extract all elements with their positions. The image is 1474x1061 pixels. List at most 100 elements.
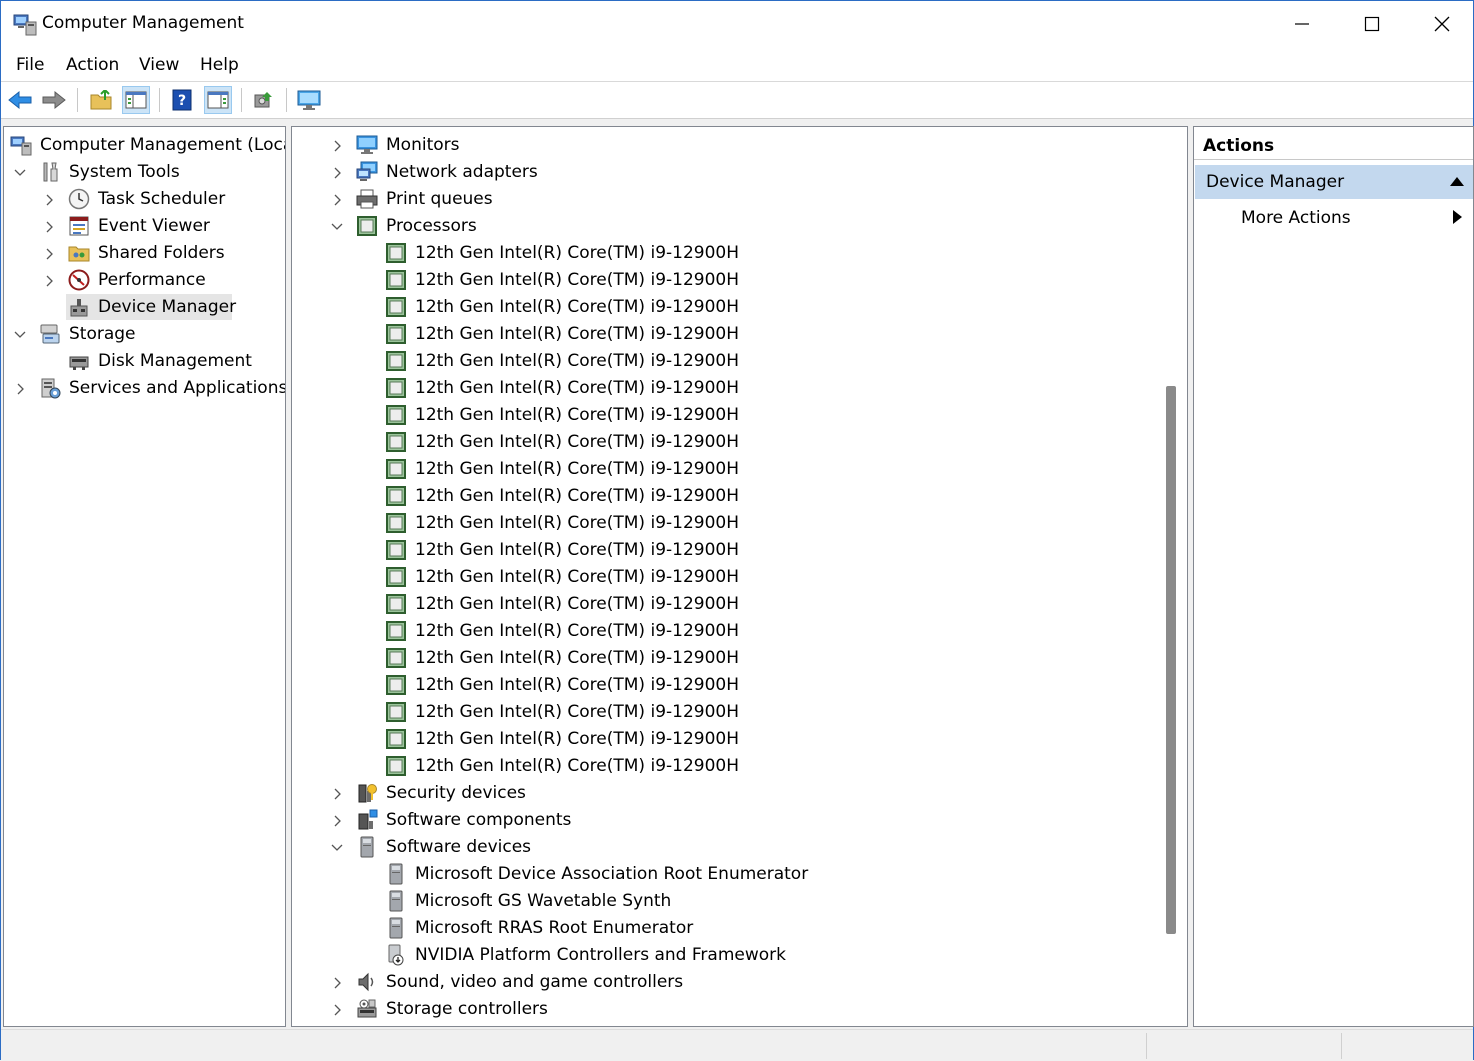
device-tree-item-12th-gen-intel-r-core-tm-i9-12900h[interactable]: 12th Gen Intel(R) Core(TM) i9-12900H — [385, 752, 739, 779]
menu-help[interactable]: Help — [200, 55, 239, 75]
toolbar-separator — [77, 88, 78, 112]
device-tree-item-12th-gen-intel-r-core-tm-i9-12900h[interactable]: 12th Gen Intel(R) Core(TM) i9-12900H — [385, 320, 739, 347]
chevron-right-icon[interactable] — [13, 381, 27, 395]
console-tree-item-device-manager[interactable]: Device Manager — [68, 293, 236, 320]
device-tree-item-nvidia-platform-controllers-and-framework[interactable]: NVIDIA Platform Controllers and Framewor… — [385, 941, 786, 968]
console-tree-item-disk-management[interactable]: Disk Management — [68, 347, 252, 374]
console-tree-item-event-viewer[interactable]: Event Viewer — [68, 212, 210, 239]
chevron-right-icon[interactable] — [330, 1002, 344, 1016]
processor-icon — [385, 674, 407, 696]
device-tree-item-software-components[interactable]: Software components — [356, 806, 571, 833]
actions-section-device-manager[interactable]: Device Manager — [1195, 165, 1473, 199]
scan-hardware-button[interactable] — [249, 86, 277, 114]
device-tree-item-security-devices[interactable]: Security devices — [356, 779, 526, 806]
console-tree-item-performance[interactable]: Performance — [68, 266, 206, 293]
console-tree-item-services-and-applications[interactable]: Services and Applications — [39, 374, 285, 401]
title-bar: Computer Management — [1, 1, 1473, 47]
device-tree-item-processors[interactable]: Processors — [356, 212, 477, 239]
chevron-right-icon[interactable] — [42, 192, 56, 206]
device-tree-item-12th-gen-intel-r-core-tm-i9-12900h[interactable]: 12th Gen Intel(R) Core(TM) i9-12900H — [385, 725, 739, 752]
menu-action[interactable]: Action — [66, 55, 119, 75]
display-button[interactable] — [295, 86, 323, 114]
device-tree-item-network-adapters[interactable]: Network adapters — [356, 158, 538, 185]
tree-item-label: Software components — [386, 809, 572, 830]
scrollbar-thumb[interactable] — [1166, 386, 1176, 934]
device-tree-item-12th-gen-intel-r-core-tm-i9-12900h[interactable]: 12th Gen Intel(R) Core(TM) i9-12900H — [385, 347, 739, 374]
tree-item-label: Microsoft GS Wavetable Synth — [415, 890, 672, 911]
device-tree-item-storage-controllers[interactable]: Storage controllers — [356, 995, 548, 1022]
tree-item-label: System Tools — [69, 161, 180, 182]
chevron-right-icon[interactable] — [330, 813, 344, 827]
device-tree-item-12th-gen-intel-r-core-tm-i9-12900h[interactable]: 12th Gen Intel(R) Core(TM) i9-12900H — [385, 239, 739, 266]
device-tree-item-microsoft-gs-wavetable-synth[interactable]: Microsoft GS Wavetable Synth — [385, 887, 671, 914]
device-tree-item-12th-gen-intel-r-core-tm-i9-12900h[interactable]: 12th Gen Intel(R) Core(TM) i9-12900H — [385, 698, 739, 725]
menu-view[interactable]: View — [139, 55, 179, 75]
chevron-right-icon[interactable] — [330, 138, 344, 152]
device-tree-item-software-devices[interactable]: Software devices — [356, 833, 531, 860]
console-tree-item-shared-folders[interactable]: Shared Folders — [68, 239, 225, 266]
back-button[interactable] — [6, 86, 34, 114]
chevron-right-icon[interactable] — [42, 219, 56, 233]
console-tree-item-system-tools[interactable]: System Tools — [39, 158, 180, 185]
console-tree-item-computer-management-local[interactable]: Computer Management (Local) — [10, 131, 285, 158]
device-tree-item-print-queues[interactable]: Print queues — [356, 185, 493, 212]
close-button[interactable] — [1407, 1, 1474, 47]
device-tree-item-12th-gen-intel-r-core-tm-i9-12900h[interactable]: 12th Gen Intel(R) Core(TM) i9-12900H — [385, 266, 739, 293]
device-tree-item-12th-gen-intel-r-core-tm-i9-12900h[interactable]: 12th Gen Intel(R) Core(TM) i9-12900H — [385, 401, 739, 428]
device-tree-item-12th-gen-intel-r-core-tm-i9-12900h[interactable]: 12th Gen Intel(R) Core(TM) i9-12900H — [385, 563, 739, 590]
show-hide-action-pane-button[interactable] — [204, 86, 232, 114]
forward-button[interactable] — [40, 86, 68, 114]
processor-icon — [385, 620, 407, 642]
console-tree-item-storage[interactable]: Storage — [39, 320, 136, 347]
chevron-right-icon[interactable] — [330, 786, 344, 800]
device-tree-item-12th-gen-intel-r-core-tm-i9-12900h[interactable]: 12th Gen Intel(R) Core(TM) i9-12900H — [385, 293, 739, 320]
tree-item-label: Disk Management — [98, 350, 252, 371]
tree-item-label: 12th Gen Intel(R) Core(TM) i9-12900H — [415, 566, 740, 587]
show-hide-console-tree-button[interactable] — [122, 86, 150, 114]
tree-item-label: 12th Gen Intel(R) Core(TM) i9-12900H — [415, 647, 740, 668]
actions-header: Actions — [1194, 131, 1473, 160]
device-tree-item-sound-video-and-game-controllers[interactable]: Sound, video and game controllers — [356, 968, 683, 995]
tree-item-label: Software devices — [386, 836, 532, 857]
device-tree-item-microsoft-device-association-root-enumerator[interactable]: Microsoft Device Association Root Enumer… — [385, 860, 808, 887]
chevron-right-icon[interactable] — [42, 246, 56, 260]
chevron-right-icon[interactable] — [330, 192, 344, 206]
tree-item-label: Security devices — [386, 782, 526, 803]
tree-item-label: Task Scheduler — [98, 188, 226, 209]
device-tree-item-12th-gen-intel-r-core-tm-i9-12900h[interactable]: 12th Gen Intel(R) Core(TM) i9-12900H — [385, 374, 739, 401]
up-one-level-button[interactable] — [87, 86, 115, 114]
more-actions-item[interactable]: More Actions — [1241, 208, 1351, 228]
chevron-down-icon[interactable] — [330, 219, 344, 233]
device-tree-item-12th-gen-intel-r-core-tm-i9-12900h[interactable]: 12th Gen Intel(R) Core(TM) i9-12900H — [385, 536, 739, 563]
device-tree-item-12th-gen-intel-r-core-tm-i9-12900h[interactable]: 12th Gen Intel(R) Core(TM) i9-12900H — [385, 671, 739, 698]
processor-icon — [385, 566, 407, 588]
device-tree-item-12th-gen-intel-r-core-tm-i9-12900h[interactable]: 12th Gen Intel(R) Core(TM) i9-12900H — [385, 617, 739, 644]
menu-file[interactable]: File — [16, 55, 44, 75]
chevron-right-icon[interactable] — [330, 975, 344, 989]
device-tree-item-12th-gen-intel-r-core-tm-i9-12900h[interactable]: 12th Gen Intel(R) Core(TM) i9-12900H — [385, 509, 739, 536]
device-tree-item-monitors[interactable]: Monitors — [356, 131, 459, 158]
collapse-up-icon[interactable] — [1450, 177, 1464, 186]
menu-bar: File Action View Help — [1, 47, 1473, 82]
chevron-down-icon[interactable] — [13, 165, 27, 179]
tree-item-label: 12th Gen Intel(R) Core(TM) i9-12900H — [415, 701, 740, 722]
chevron-down-icon[interactable] — [13, 327, 27, 341]
console-tree-item-task-scheduler[interactable]: Task Scheduler — [68, 185, 225, 212]
software-component-icon — [356, 809, 378, 831]
device-tree-item-12th-gen-intel-r-core-tm-i9-12900h[interactable]: 12th Gen Intel(R) Core(TM) i9-12900H — [385, 455, 739, 482]
device-tree-item-12th-gen-intel-r-core-tm-i9-12900h[interactable]: 12th Gen Intel(R) Core(TM) i9-12900H — [385, 428, 739, 455]
device-tree-item-12th-gen-intel-r-core-tm-i9-12900h[interactable]: 12th Gen Intel(R) Core(TM) i9-12900H — [385, 590, 739, 617]
maximize-button[interactable] — [1337, 1, 1407, 47]
help-button[interactable]: ? — [168, 86, 196, 114]
minimize-button[interactable] — [1267, 1, 1337, 47]
device-tree-item-12th-gen-intel-r-core-tm-i9-12900h[interactable]: 12th Gen Intel(R) Core(TM) i9-12900H — [385, 482, 739, 509]
tree-item-label: Print queues — [386, 188, 493, 209]
device-tree-item-12th-gen-intel-r-core-tm-i9-12900h[interactable]: 12th Gen Intel(R) Core(TM) i9-12900H — [385, 644, 739, 671]
chevron-right-icon[interactable] — [42, 273, 56, 287]
device-tree-item-microsoft-rras-root-enumerator[interactable]: Microsoft RRAS Root Enumerator — [385, 914, 693, 941]
computer-management-icon — [10, 134, 32, 156]
chevron-right-icon[interactable] — [330, 165, 344, 179]
chevron-down-icon[interactable] — [330, 840, 344, 854]
console-tree-pane: Computer Management (Local) System Tools T… — [3, 126, 286, 1027]
tree-item-label: 12th Gen Intel(R) Core(TM) i9-12900H — [415, 512, 740, 533]
